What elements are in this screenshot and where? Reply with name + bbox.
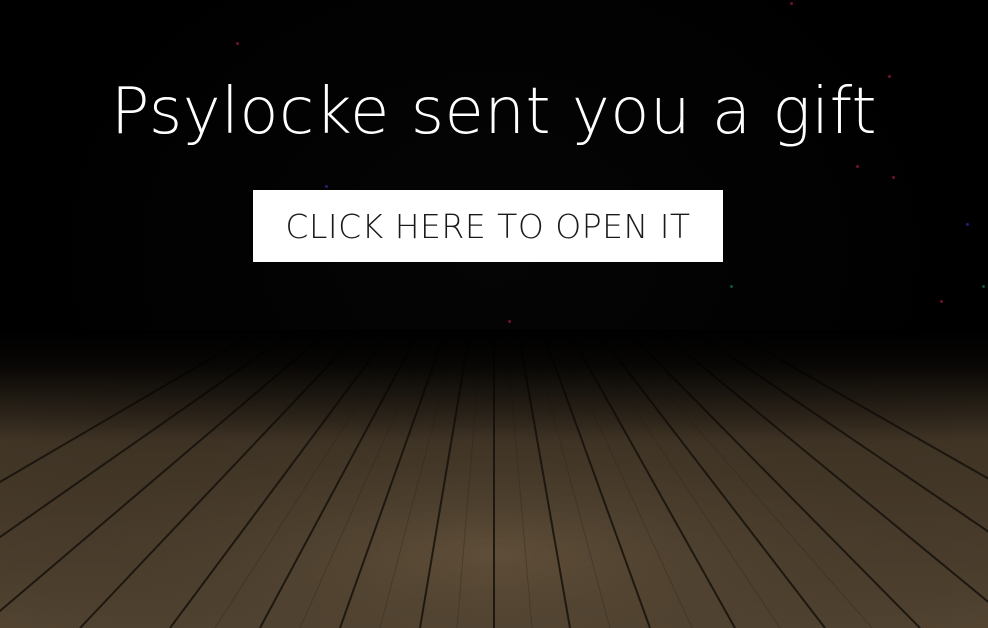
- page-title: Psylocke sent you a gift: [110, 75, 878, 149]
- sparkle: [940, 300, 943, 303]
- sparkle: [982, 285, 985, 288]
- wooden-floor: [0, 330, 988, 628]
- open-gift-button[interactable]: CLICK HERE TO OPEN IT: [253, 190, 723, 262]
- sparkle: [966, 223, 969, 226]
- wooden-floor-drawing: [0, 330, 988, 628]
- sparkle: [730, 285, 733, 288]
- sparkle: [856, 165, 859, 168]
- sparkle: [236, 42, 239, 45]
- sparkle: [790, 2, 793, 5]
- sparkle: [325, 185, 328, 188]
- gift-page: Psylocke sent you a gift CLICK HERE TO O…: [0, 0, 988, 628]
- sparkle: [508, 320, 511, 323]
- sparkle: [892, 176, 895, 179]
